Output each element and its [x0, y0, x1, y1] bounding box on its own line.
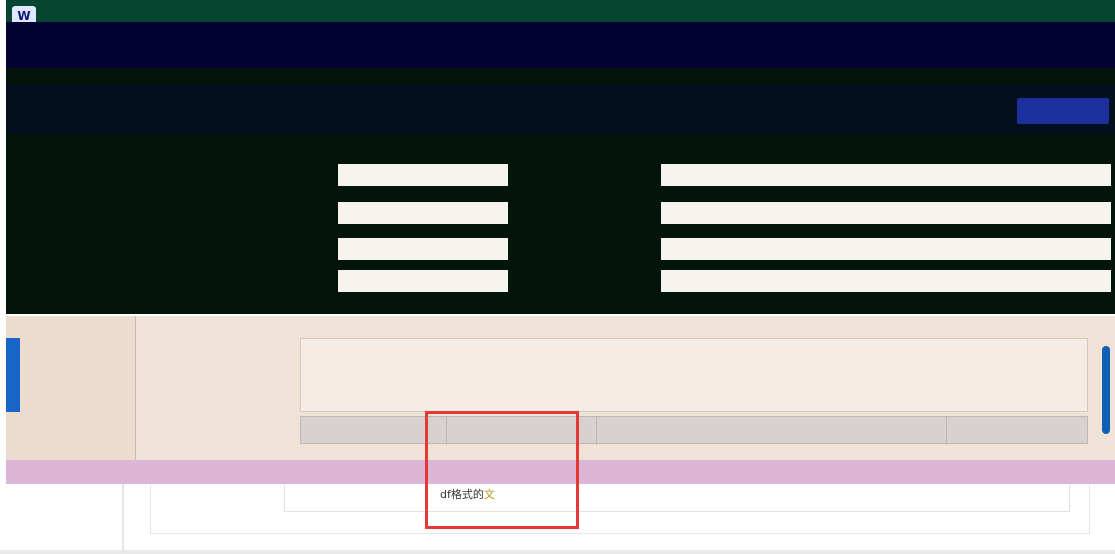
- form-row-value-2[interactable]: [661, 202, 1111, 224]
- sidebar-active-indicator: [6, 338, 20, 412]
- form-row: [6, 266, 1115, 296]
- form-row-value[interactable]: [338, 238, 508, 260]
- form-row: [6, 160, 1115, 190]
- divider: [122, 484, 124, 554]
- form-row-value[interactable]: [338, 202, 508, 224]
- form-row-value-2[interactable]: [661, 270, 1111, 292]
- table-frame: [284, 484, 1070, 512]
- cell-tooltip: df格式的文: [440, 486, 495, 502]
- table-column-header[interactable]: [597, 417, 947, 445]
- form-row-value[interactable]: [338, 164, 508, 186]
- horizontal-scrollbar[interactable]: [0, 550, 1115, 554]
- vertical-scrollbar[interactable]: [1102, 346, 1110, 434]
- header-band: [6, 84, 1115, 134]
- selection-highlight-box: [425, 411, 579, 529]
- form-row: [6, 198, 1115, 228]
- description-textarea[interactable]: [300, 338, 1088, 412]
- table-column-header[interactable]: [947, 417, 1089, 445]
- tooltip-text: df格式的: [440, 488, 484, 501]
- header-action-button[interactable]: [1017, 98, 1109, 124]
- form-row-value-2[interactable]: [661, 238, 1111, 260]
- table-header: [300, 416, 1089, 445]
- form-row-value[interactable]: [338, 270, 508, 292]
- form-row-value-2[interactable]: [661, 164, 1111, 186]
- tooltip-highlight-text: 文: [483, 488, 495, 501]
- nav-band: [6, 22, 1115, 68]
- form-row: [6, 234, 1115, 264]
